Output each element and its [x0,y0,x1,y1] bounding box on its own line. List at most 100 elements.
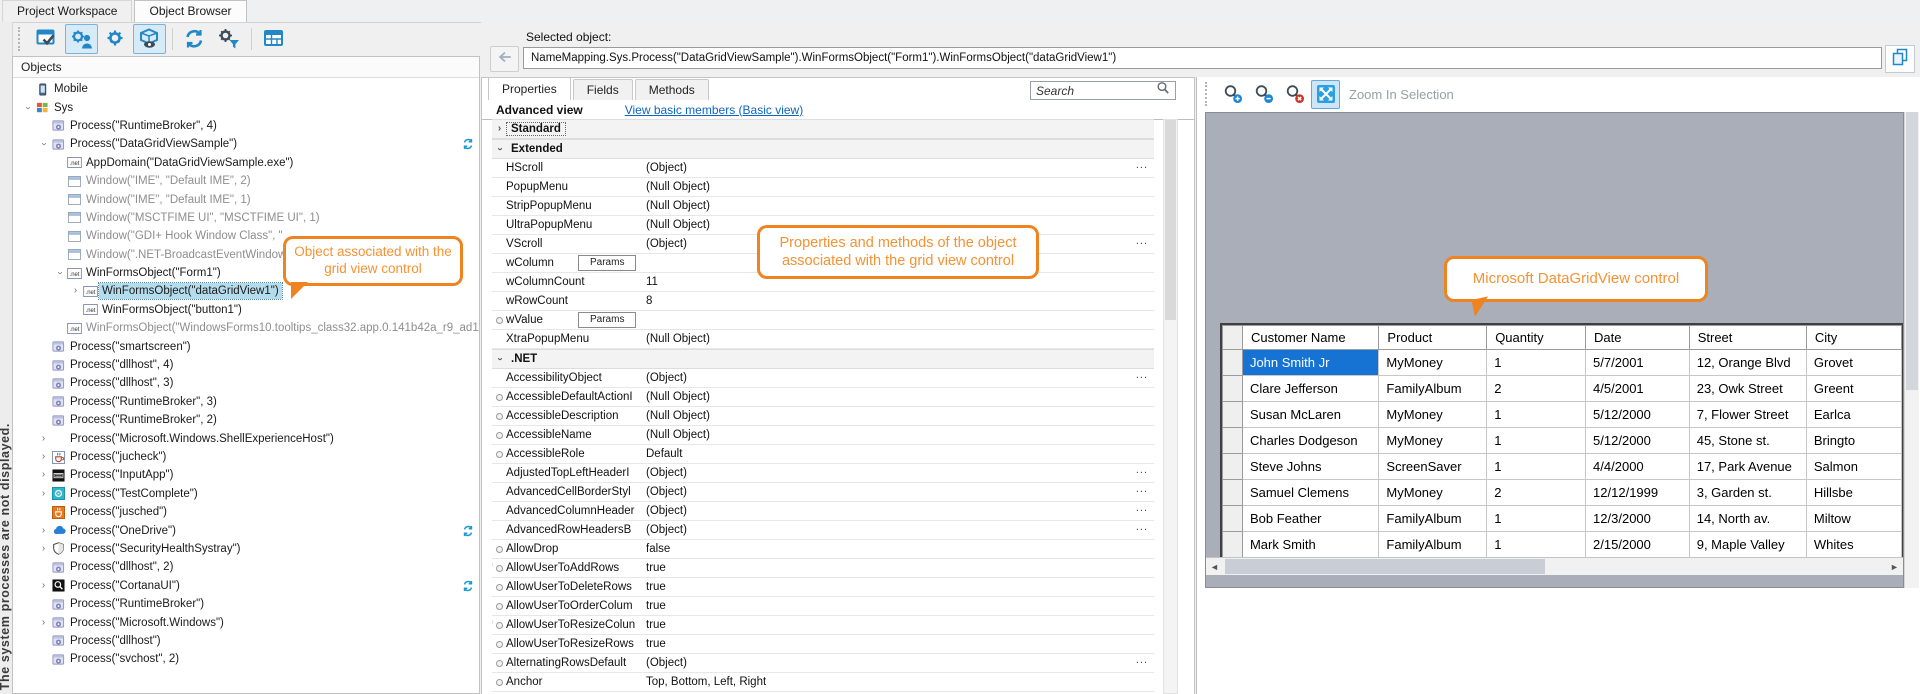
collapse-icon[interactable]: › [495,142,505,157]
tab-methods[interactable]: Methods [635,79,709,100]
grid-cell[interactable]: Salmon [1806,454,1901,480]
panel-check-button[interactable] [31,24,64,54]
grid-cell[interactable]: 12, Orange Blvd [1689,350,1806,376]
grid-row-header[interactable] [1223,454,1243,480]
tree-item-process-dllhost[interactable]: Process("dllhost") [13,632,479,650]
tree-item-appdomain-datagridviewsample-exe[interactable]: .netAppDomain("DataGridViewSample.exe") [13,154,479,172]
tree-item-process-svchost-2[interactable]: Process("svchost", 2) [13,650,479,668]
ellipsis-button[interactable]: ... [1136,502,1148,514]
collapse-icon[interactable]: › [495,352,505,367]
grid-cell[interactable]: 5/7/2001 [1586,350,1690,376]
ellipsis-button[interactable]: ... [1136,654,1148,666]
tree-item-process-testcomplete[interactable]: ›Process("TestComplete") [13,485,479,503]
grid-column-header-street[interactable]: Street [1689,326,1806,350]
expand-icon[interactable]: › [37,526,50,536]
scrollbar-thumb[interactable] [1225,559,1545,574]
grid-cell[interactable]: MyMoney [1379,402,1487,428]
tree-item-process-jusched[interactable]: Process("jusched") [13,503,479,521]
gear-button[interactable] [99,24,132,54]
grid-column-header-quantity[interactable]: Quantity [1487,326,1586,350]
property-row-advancedrowheadersb[interactable]: AdvancedRowHeadersB(Object)... [492,521,1154,540]
property-row-wvalue[interactable]: wValueParams [492,311,1154,330]
tree-item-process-microsoft-windows-shellexperienc[interactable]: ›Process("Microsoft.Windows.ShellExperie… [13,429,479,447]
back-button[interactable] [490,46,519,72]
grid-row-header[interactable] [1223,376,1243,402]
property-row-allowusertoordercolum[interactable]: AllowUserToOrderColumtrue [492,597,1154,616]
zoom-out-button[interactable] [1249,80,1278,109]
params-button[interactable]: Params [578,312,636,328]
property-section-extended[interactable]: ›Extended [492,139,1154,159]
scrollbar-track[interactable] [1223,558,1886,575]
grid-cell[interactable]: MyMoney [1379,428,1487,454]
ellipsis-button[interactable]: ... [1136,483,1148,495]
ellipsis-button[interactable]: ... [1136,369,1148,381]
ellipsis-button[interactable]: ... [1136,464,1148,476]
property-row-allowusertoresizecolun[interactable]: AllowUserToResizeColuntrue [492,616,1154,635]
params-button[interactable]: Params [578,255,636,271]
grid-cell[interactable]: Greent [1806,376,1901,402]
grid-cell[interactable]: 5/12/2000 [1586,402,1690,428]
grid-cell[interactable]: Earlca [1806,402,1901,428]
tree-item-mobile[interactable]: Mobile [13,80,479,98]
tree-item-window-ime-default-ime-1[interactable]: Window("IME", "Default IME", 1) [13,190,479,208]
grid-cell[interactable]: 17, Park Avenue [1689,454,1806,480]
ellipsis-button[interactable]: ... [1136,521,1148,533]
property-row-allowusertoresizerows[interactable]: AllowUserToResizeRowstrue [492,635,1154,654]
zoom-in-button[interactable] [1218,80,1247,109]
tree-item-process-onedrive[interactable]: ›Process("OneDrive") [13,521,479,539]
tree-item-process-runtimebroker-3[interactable]: Process("RuntimeBroker", 3) [13,393,479,411]
property-row-anchor[interactable]: AnchorTop, Bottom, Left, Right [492,673,1154,692]
property-row-strippopupmenu[interactable]: StripPopupMenu(Null Object) [492,197,1154,216]
expand-icon[interactable]: › [492,124,507,134]
property-row-accessiblename[interactable]: AccessibleName(Null Object) [492,426,1154,445]
collapse-icon[interactable]: › [39,138,49,151]
grid-cell[interactable]: ScreenSaver [1379,454,1487,480]
grid-cell[interactable]: Whites [1806,532,1901,558]
tree-item-window-msctfime-ui-msctfime-ui-1[interactable]: Window("MSCTFIME UI", "MSCTFIME UI", 1) [13,209,479,227]
tree-item-process-datagridviewsample[interactable]: ›Process("DataGridViewSample") [13,135,479,153]
tree-item-sys[interactable]: ›Sys [13,98,479,116]
tab-project-workspace[interactable]: Project Workspace [2,0,132,22]
grid-cell[interactable]: FamilyAlbum [1379,506,1487,532]
grid-cell[interactable]: Hillsbe [1806,480,1901,506]
grid-cell[interactable]: Bob Feather [1242,506,1378,532]
expand-icon[interactable]: › [37,434,50,444]
property-row-allowdrop[interactable]: AllowDropfalse [492,540,1154,559]
selected-object-path-field[interactable]: NameMapping.Sys.Process("DataGridViewSam… [523,47,1882,69]
grid-cell[interactable]: 12/3/2000 [1586,506,1690,532]
expand-icon[interactable]: › [37,544,50,554]
property-list-scrollbar[interactable] [1163,119,1178,694]
grid-cell[interactable]: 3, Garden st. [1689,480,1806,506]
grid-row-header[interactable] [1223,532,1243,558]
grid-cell[interactable]: FamilyAlbum [1379,532,1487,558]
tree-item-process-dllhost-4[interactable]: Process("dllhost", 4) [13,356,479,374]
grid-cell[interactable]: 2/15/2000 [1586,532,1690,558]
grid-cell[interactable]: 45, Stone st. [1689,428,1806,454]
property-row-hscroll[interactable]: HScroll(Object)... [492,159,1154,178]
grid-cell[interactable]: John Smith Jr [1242,350,1378,376]
tree-item-process-smartscreen[interactable]: Process("smartscreen") [13,337,479,355]
property-section-net[interactable]: ›.NET [492,349,1154,369]
refresh-button[interactable] [178,24,211,54]
grid-row-header[interactable] [1223,480,1243,506]
grid-cell[interactable]: Bringto [1806,428,1901,454]
grid-cell[interactable]: 1 [1487,454,1586,480]
property-row-xtrapopupmenu[interactable]: XtraPopupMenu(Null Object) [492,330,1154,349]
expand-icon[interactable]: › [37,452,50,462]
grid-cell[interactable]: Charles Dodgeson [1242,428,1378,454]
expand-icon[interactable]: › [37,581,50,591]
tree-item-process-jucheck[interactable]: ›Process("jucheck") [13,448,479,466]
grid-row-header[interactable] [1223,428,1243,454]
grid-cell[interactable]: 4/5/2001 [1586,376,1690,402]
tree-item-process-dllhost-2[interactable]: Process("dllhost", 2) [13,558,479,576]
grid-cell[interactable]: Miltow [1806,506,1901,532]
property-row-alternatingrowsdefault[interactable]: AlternatingRowsDefault(Object)... [492,654,1154,673]
tree-item-process-microsoft-windows[interactable]: ›Process("Microsoft.Windows") [13,613,479,631]
gear-filter-button[interactable] [212,24,245,54]
grid-column-header-date[interactable]: Date [1586,326,1690,350]
tree-item-process-runtimebroker[interactable]: Process("RuntimeBroker") [13,595,479,613]
scroll-left-arrow[interactable]: ◄ [1206,558,1223,575]
grid-row-header[interactable] [1223,350,1243,376]
toolbar-drag-handle[interactable] [18,27,24,51]
show-window-button[interactable] [257,24,290,54]
